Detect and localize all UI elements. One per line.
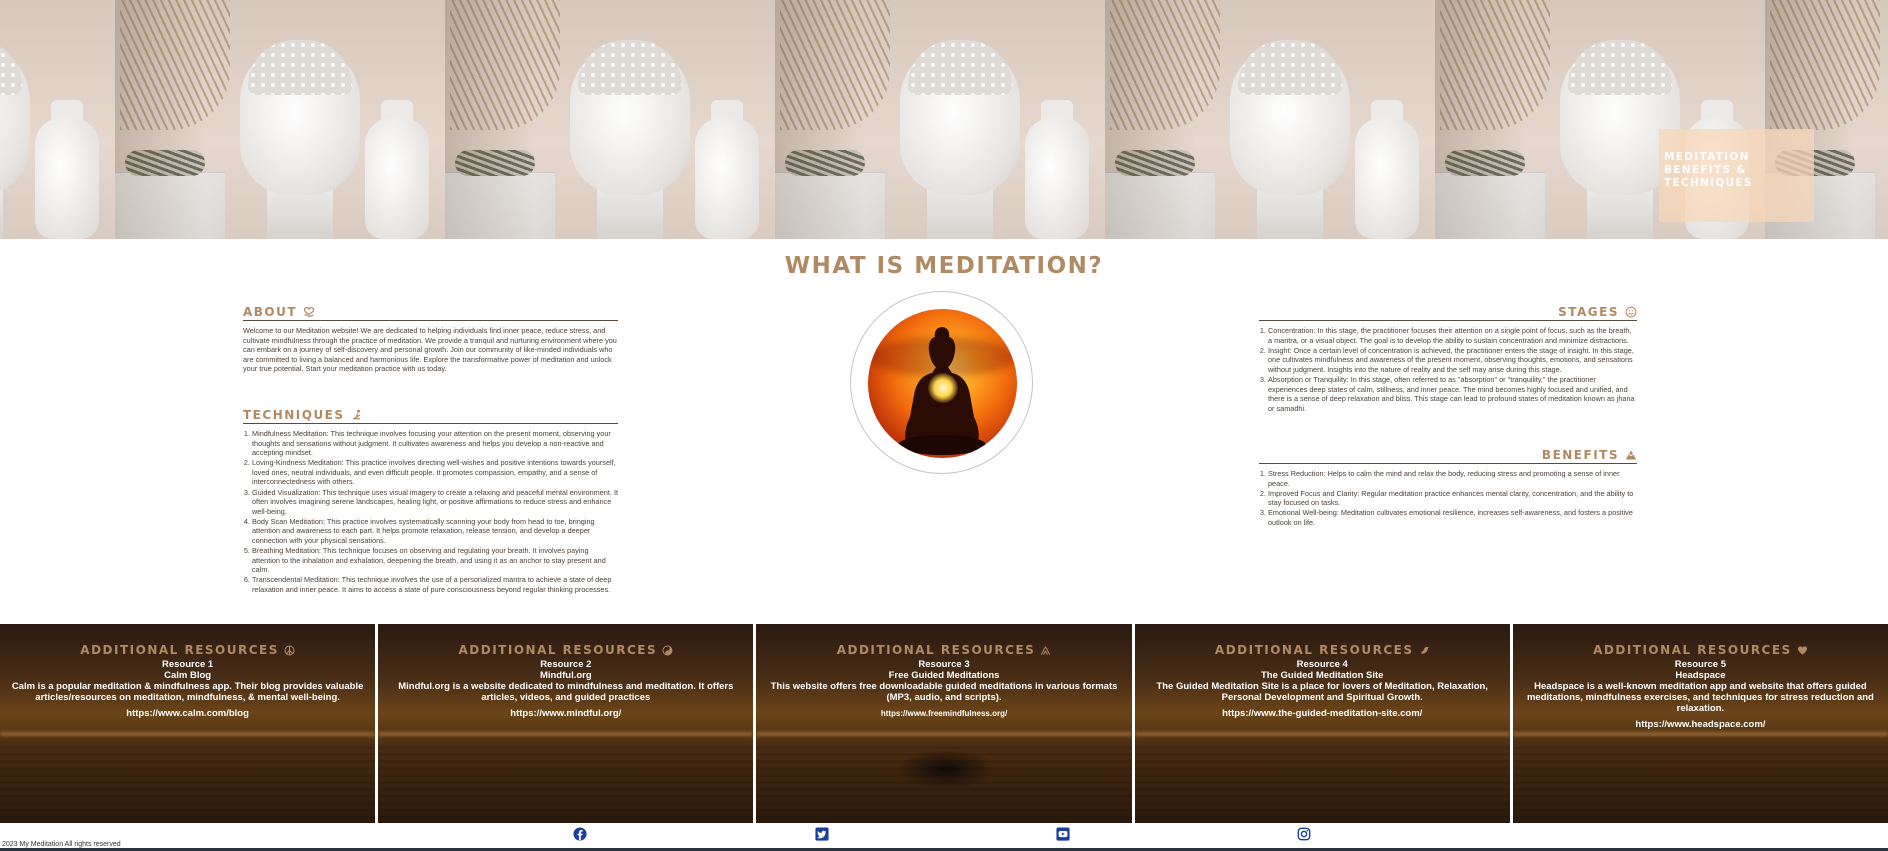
list-item: Body Scan Meditation: This practice invo… bbox=[252, 517, 618, 546]
resource-heading-text: ADDITIONAL RESOURCES bbox=[836, 643, 1036, 657]
mountain-icon bbox=[1625, 450, 1637, 460]
benefits-list: Stress Reduction: Helps to calm the mind… bbox=[1259, 469, 1637, 528]
resource-number: Resource 3 bbox=[918, 659, 970, 670]
list-item: Concentration: In this stage, the practi… bbox=[1268, 326, 1637, 345]
about-heading-text: ABOUT bbox=[243, 305, 298, 319]
copyright-text: 2023 My Meditation All rights reserved bbox=[2, 841, 121, 848]
resource-description: Calm is a popular meditation & mindfulne… bbox=[11, 681, 364, 703]
resource-heading-text: ADDITIONAL RESOURCES bbox=[1593, 643, 1792, 657]
facebook-icon[interactable] bbox=[573, 827, 587, 841]
resource-link[interactable]: https://www.mindful.org/ bbox=[510, 708, 621, 719]
resource-panel: ADDITIONAL RESOURCES Resource 4 The Guided… bbox=[1134, 624, 1510, 823]
benefits-heading-text: BENEFITS bbox=[1541, 448, 1619, 462]
hero-buddha-tile bbox=[115, 0, 445, 239]
hero-buddha-tile bbox=[0, 0, 115, 239]
resource-name: Headspace bbox=[1675, 670, 1726, 681]
resource-number: Resource 2 bbox=[540, 659, 592, 670]
resource-name: Free Guided Meditations bbox=[888, 670, 1000, 681]
smiley-icon bbox=[1625, 306, 1637, 318]
list-item: Improved Focus and Clarity: Regular medi… bbox=[1268, 489, 1637, 508]
stages-heading-text: STAGES bbox=[1558, 305, 1619, 319]
resource-number: Resource 5 bbox=[1674, 659, 1727, 670]
resource-name: Calm Blog bbox=[164, 670, 212, 681]
resource-link[interactable]: https://www.headspace.com/ bbox=[1635, 719, 1765, 730]
resource-panel: ADDITIONAL RESOURCES Resource 1 Calm Blog C… bbox=[0, 624, 376, 823]
pray-icon bbox=[1041, 645, 1051, 655]
dove-icon bbox=[1419, 646, 1429, 654]
list-item: Loving-Kindness Meditation: This practic… bbox=[252, 458, 618, 487]
hero-buddha-tile bbox=[1105, 0, 1435, 239]
page-title: WHAT IS MEDITATION? bbox=[784, 253, 1104, 279]
hero-buddha-tile bbox=[445, 0, 775, 239]
meditation-pose-icon bbox=[352, 409, 360, 420]
list-item: Guided Visualization: This technique use… bbox=[252, 488, 618, 517]
resource-panel: ADDITIONAL RESOURCES Resource 2 Mindful.or… bbox=[378, 624, 754, 823]
list-item: Mindfulness Meditation: This technique i… bbox=[252, 429, 618, 458]
buddha-sunset-image bbox=[850, 291, 1033, 474]
list-item: Stress Reduction: Helps to calm the mind… bbox=[1268, 469, 1637, 488]
resource-description: This website offers free downloadable gu… bbox=[770, 681, 1118, 703]
resource-description: Headspace is a well-known meditation app… bbox=[1526, 681, 1874, 714]
resource-description: Mindful.org is a website dedicated to mi… bbox=[398, 681, 734, 703]
list-item: Emotional Well-being: Meditation cultiva… bbox=[1268, 508, 1637, 527]
youtube-icon[interactable] bbox=[1056, 827, 1070, 841]
resource-heading: ADDITIONAL RESOURCES bbox=[837, 643, 1052, 657]
resources-strip: ADDITIONAL RESOURCES Resource 1 Calm Blog C… bbox=[0, 624, 1888, 823]
footer: 2023 My Meditation All rights reserved bbox=[0, 823, 1888, 851]
about-heading: ABOUT bbox=[243, 305, 618, 321]
about-text: Welcome to our Meditation website! We ar… bbox=[243, 326, 617, 374]
instagram-icon[interactable] bbox=[1297, 827, 1311, 841]
hand-heart-icon bbox=[303, 307, 315, 318]
techniques-list: Mindfulness Meditation: This technique i… bbox=[243, 429, 618, 595]
resource-link[interactable]: https://www.freemindfulness.org/ bbox=[881, 709, 1007, 718]
hero-buddha-tile bbox=[775, 0, 1105, 239]
resource-heading-text: ADDITIONAL RESOURCES bbox=[458, 643, 658, 657]
twitter-icon[interactable] bbox=[815, 827, 829, 841]
peace-icon bbox=[284, 645, 295, 655]
benefits-heading: BENEFITS bbox=[1259, 448, 1637, 464]
techniques-section: TECHNIQUES Mindfulness Meditation: This … bbox=[243, 408, 618, 595]
resource-heading-text: ADDITIONAL RESOURCES bbox=[1214, 643, 1414, 657]
resource-link[interactable]: https://www.the-guided-meditation-site.c… bbox=[1222, 708, 1422, 719]
hero-title-line1: MEDITATION bbox=[1664, 151, 1750, 163]
resource-link[interactable]: https://www.calm.com/blog bbox=[126, 708, 249, 719]
resource-name: The Guided Meditation Site bbox=[1260, 670, 1384, 681]
yin-yang-icon bbox=[662, 645, 673, 655]
hero-title-line2: BENEFITS & TECHNIQUES bbox=[1664, 164, 1753, 189]
heart-icon bbox=[1797, 645, 1807, 655]
resource-heading: ADDITIONAL RESOURCES bbox=[1593, 643, 1808, 657]
resource-panel: ADDITIONAL RESOURCES Resource 5 Headspace H… bbox=[1512, 624, 1888, 823]
stages-section: STAGES Concentration: In this stage, the… bbox=[1259, 305, 1637, 414]
resource-number: Resource 4 bbox=[1296, 659, 1348, 670]
hero-banner: MEDITATION BENEFITS & TECHNIQUES bbox=[0, 0, 1888, 239]
resource-heading: ADDITIONAL RESOURCES bbox=[459, 643, 674, 657]
resource-description: The Guided Meditation Site is a place fo… bbox=[1156, 681, 1488, 703]
resource-panel: ADDITIONAL RESOURCES Resource 3 Free Guide… bbox=[756, 624, 1132, 823]
list-item: Breathing Meditation: This technique foc… bbox=[252, 546, 618, 575]
list-item: Transcendental Meditation: This techniqu… bbox=[252, 575, 618, 594]
resource-name: Mindful.org bbox=[539, 670, 592, 681]
resource-heading: ADDITIONAL RESOURCES bbox=[80, 643, 295, 657]
list-item: Insight: Once a certain level of concent… bbox=[1268, 346, 1637, 375]
techniques-heading-text: TECHNIQUES bbox=[243, 408, 345, 422]
resource-number: Resource 1 bbox=[161, 659, 214, 670]
about-section: ABOUT Welcome to our Meditation website!… bbox=[243, 305, 618, 374]
resource-heading-text: ADDITIONAL RESOURCES bbox=[80, 643, 279, 657]
hero-badge: MEDITATION BENEFITS & TECHNIQUES bbox=[1659, 129, 1814, 222]
list-item: Absorption or Tranquility: In this stage… bbox=[1268, 375, 1637, 413]
techniques-heading: TECHNIQUES bbox=[243, 408, 618, 424]
stages-heading: STAGES bbox=[1259, 305, 1637, 321]
resource-heading: ADDITIONAL RESOURCES bbox=[1215, 643, 1430, 657]
stages-list: Concentration: In this stage, the practi… bbox=[1259, 326, 1637, 413]
benefits-section: BENEFITS Stress Reduction: Helps to calm… bbox=[1259, 448, 1637, 528]
